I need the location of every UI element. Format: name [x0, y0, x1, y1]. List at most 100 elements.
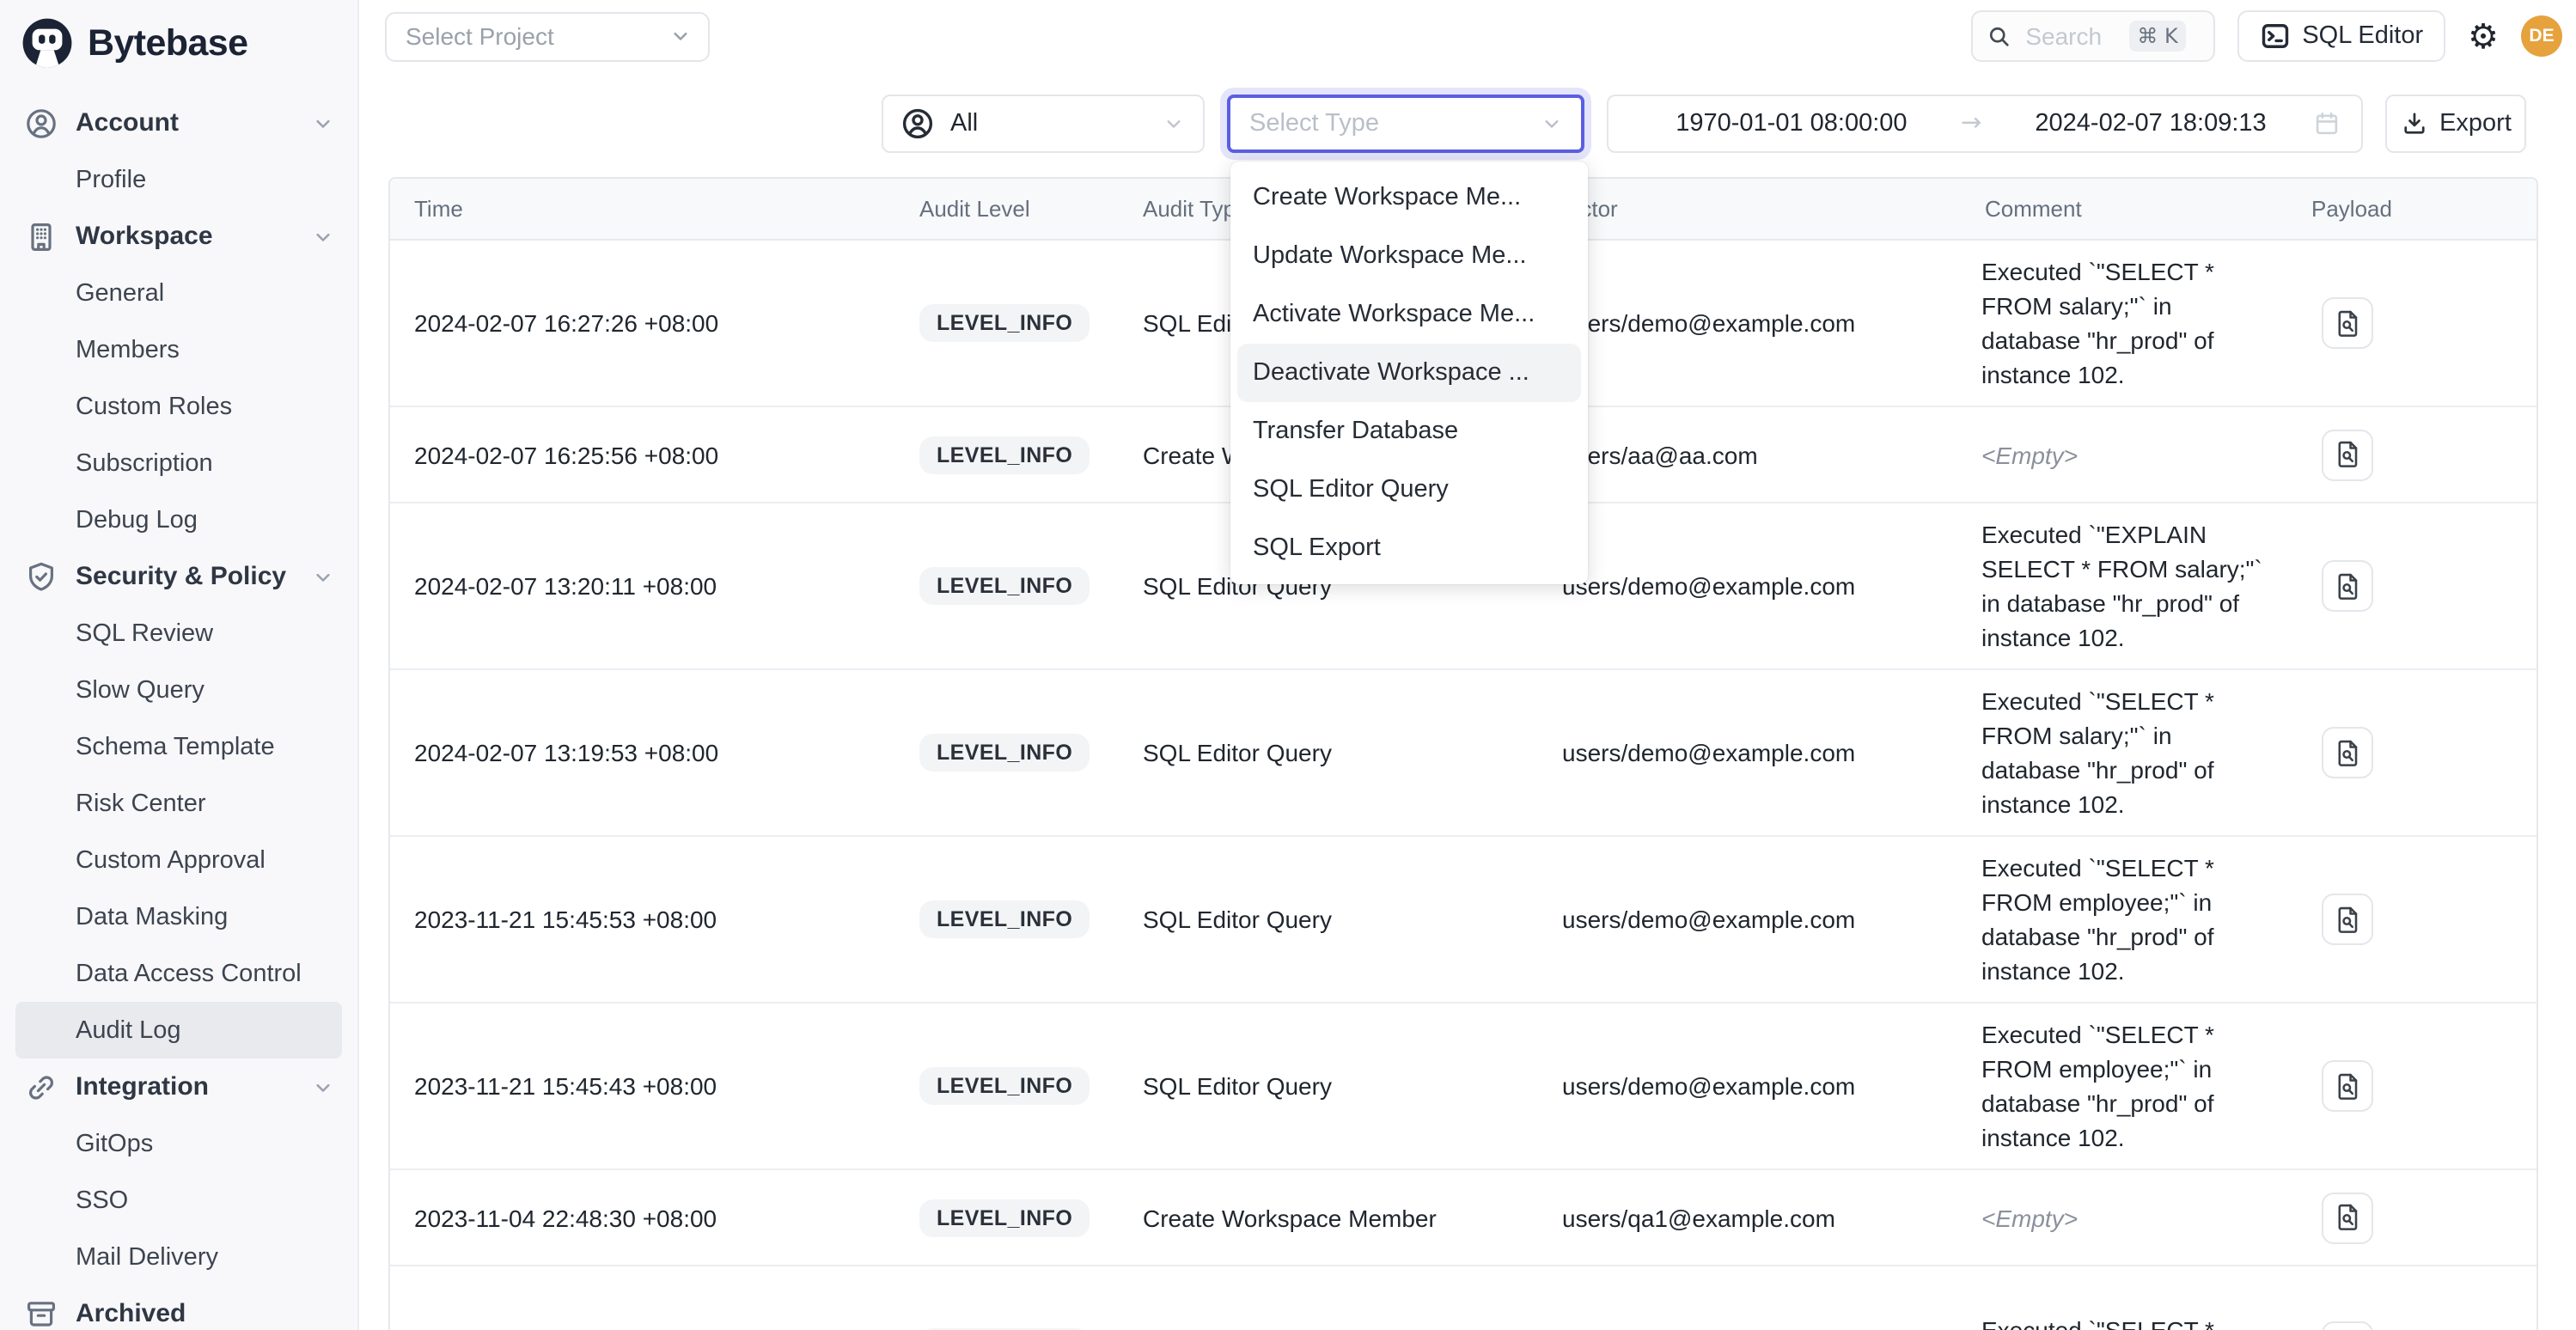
table-row[interactable]: 2023-11-04 21:26:34 +08:00 LEVEL_INFO SQ…	[390, 1266, 2536, 1330]
cell-payload	[2287, 1192, 2536, 1243]
sidebar-item-label: Audit Log	[76, 1016, 181, 1044]
payload-view-button[interactable]	[2322, 429, 2373, 480]
sidebar-item[interactable]: SQL Review	[15, 605, 342, 662]
sidebar-item[interactable]: Members	[15, 321, 342, 378]
audit-log-page: Bytebase Account	[0, 0, 2576, 1330]
sidebar-item[interactable]: Mail Delivery	[15, 1229, 342, 1285]
archive-icon	[24, 1296, 58, 1330]
type-filter-select[interactable]: Select Type	[1227, 95, 1584, 153]
payload-view-button[interactable]	[2322, 894, 2373, 945]
avatar[interactable]: DE	[2521, 15, 2562, 57]
file-search-icon	[2333, 571, 2362, 601]
payload-view-button[interactable]	[2322, 297, 2373, 349]
brand-logo[interactable]: Bytebase	[0, 0, 357, 86]
cell-comment: Executed `"SELECT * FROM employee;"` in …	[1961, 851, 2287, 988]
export-label: Export	[2439, 110, 2512, 137]
cell-comment: Executed `"SELECT * FROM employee;"` in …	[1961, 1017, 2287, 1155]
building-icon	[24, 219, 58, 253]
topbar: Select Project ⌘ K SQL Edit	[357, 0, 2576, 72]
sidebar: Bytebase Account	[0, 0, 359, 1330]
project-select[interactable]: Select Project	[385, 11, 710, 61]
cell-actor: users/demo@example.com	[1541, 739, 1961, 766]
search-box[interactable]: ⌘ K	[1970, 10, 2214, 62]
column-header: Audit Level	[895, 196, 1119, 222]
type-dropdown-item[interactable]: Activate Workspace Me...	[1230, 285, 1588, 344]
table-row[interactable]: 2024-02-07 13:19:53 +08:00 LEVEL_INFO SQ…	[390, 670, 2536, 837]
cell-payload	[2287, 429, 2536, 480]
sidebar-item[interactable]: Schema Template	[15, 718, 342, 775]
type-dropdown-item[interactable]: Update Workspace Me...	[1230, 227, 1588, 285]
sidebar-item[interactable]: Risk Center	[15, 775, 342, 832]
sidebar-item[interactable]: SSO	[15, 1172, 342, 1229]
sidebar-section-header[interactable]: Account	[0, 95, 357, 151]
cell-payload	[2287, 894, 2536, 945]
cell-audit-level: LEVEL_INFO	[895, 1199, 1119, 1236]
sidebar-item[interactable]: Audit Log	[15, 1002, 342, 1059]
type-dropdown-item[interactable]: Transfer Database	[1230, 402, 1588, 461]
level-badge: LEVEL_INFO	[919, 436, 1090, 473]
sidebar-item[interactable]: Custom Roles	[15, 378, 342, 435]
sidebar-item[interactable]: Custom Approval	[15, 832, 342, 888]
cell-payload	[2287, 1060, 2536, 1112]
table-row[interactable]: 2023-11-21 15:45:53 +08:00 LEVEL_INFO SQ…	[390, 837, 2536, 1004]
date-to-value[interactable]: 2024-02-07 18:09:13	[1988, 110, 2313, 137]
file-search-icon	[2333, 905, 2362, 934]
payload-view-button[interactable]	[2322, 1192, 2373, 1243]
export-button[interactable]: Export	[2385, 95, 2526, 153]
cell-time: 2023-11-21 15:45:53 +08:00	[390, 906, 895, 933]
sidebar-section: Integration GitOps SSO	[0, 1059, 357, 1285]
sidebar-item-label: Data Access Control	[76, 960, 302, 987]
sidebar-item[interactable]: Debug Log	[15, 491, 342, 548]
date-from-value[interactable]: 1970-01-01 08:00:00	[1629, 110, 1954, 137]
sidebar-item[interactable]: General	[15, 265, 342, 321]
type-dropdown-item[interactable]: SQL Editor Query	[1230, 461, 1588, 519]
sidebar-item[interactable]: Data Access Control	[15, 945, 342, 1002]
sidebar-section-header[interactable]: Workspace	[0, 208, 357, 265]
sidebar-item-label: Profile	[76, 166, 146, 193]
date-range-picker[interactable]: 1970-01-01 08:00:00 → 2024-02-07 18:09:1…	[1607, 95, 2363, 153]
actor-filter-select[interactable]: All	[882, 95, 1205, 153]
sql-editor-button[interactable]: SQL Editor	[2237, 10, 2445, 62]
sidebar-section: Workspace General Membe	[0, 208, 357, 548]
cell-time: 2024-02-07 16:27:26 +08:00	[390, 309, 895, 337]
file-search-icon	[2333, 440, 2362, 469]
payload-view-button[interactable]	[2322, 727, 2373, 778]
sidebar-section-label: Security & Policy	[76, 562, 294, 591]
sidebar-item[interactable]: Slow Query	[15, 662, 342, 718]
comment-text: Executed `"SELECT * FROM salary;"` in da…	[1981, 687, 2214, 818]
sidebar-section-header[interactable]: Archived	[0, 1285, 357, 1330]
gear-icon[interactable]: ⚙	[2468, 19, 2499, 53]
cell-actor: users/aa@aa.com	[1541, 441, 1961, 468]
payload-view-button[interactable]	[2322, 1060, 2373, 1112]
terminal-icon	[2259, 21, 2290, 52]
table-row[interactable]: 2023-11-04 22:48:30 +08:00 LEVEL_INFO Cr…	[390, 1170, 2536, 1266]
sidebar-item-label: Custom Roles	[76, 393, 232, 420]
column-header: Time	[390, 196, 895, 222]
type-dropdown-item[interactable]: SQL Export	[1230, 519, 1588, 577]
table-row[interactable]: 2023-11-21 15:45:43 +08:00 LEVEL_INFO SQ…	[390, 1004, 2536, 1170]
sidebar-section-header[interactable]: Security & Policy	[0, 548, 357, 605]
sidebar-item[interactable]: GitOps	[15, 1115, 342, 1172]
payload-view-button[interactable]	[2322, 1321, 2373, 1330]
type-dropdown-item[interactable]: Deactivate Workspace ...	[1237, 344, 1581, 402]
sidebar-item-label: Debug Log	[76, 506, 198, 534]
sidebar-item-label: Subscription	[76, 449, 213, 477]
cell-actor: users/demo@example.com	[1541, 906, 1961, 933]
type-dropdown-item[interactable]: Create Workspace Me...	[1230, 168, 1588, 227]
sidebar-item[interactable]: Subscription	[15, 435, 342, 491]
comment-text: Executed `"SELECT * FROM employee;"` in …	[1981, 1021, 2214, 1151]
cell-comment: Executed `"EXPLAIN SELECT * FROM salary;…	[1961, 517, 2287, 655]
sidebar-item[interactable]: Data Masking	[15, 888, 342, 945]
cell-audit-level: LEVEL_INFO	[895, 567, 1119, 605]
cell-audit-type: Create Workspace Member	[1119, 1204, 1541, 1231]
payload-view-button[interactable]	[2322, 560, 2373, 612]
sidebar-item[interactable]: Profile	[15, 151, 342, 208]
brand-name: Bytebase	[88, 21, 247, 64]
level-badge: LEVEL_INFO	[919, 1199, 1090, 1236]
search-input[interactable]	[2022, 21, 2118, 52]
sidebar-section-header[interactable]: Integration	[0, 1059, 357, 1115]
cell-comment: Executed `"SELECT * FROM salary;"` in da…	[1961, 254, 2287, 392]
filterbar: All Select Type 1970-01-01 08:00:00 → 20…	[357, 72, 2576, 153]
sidebar-section-label: Workspace	[76, 222, 294, 251]
level-badge: LEVEL_INFO	[919, 1067, 1090, 1105]
